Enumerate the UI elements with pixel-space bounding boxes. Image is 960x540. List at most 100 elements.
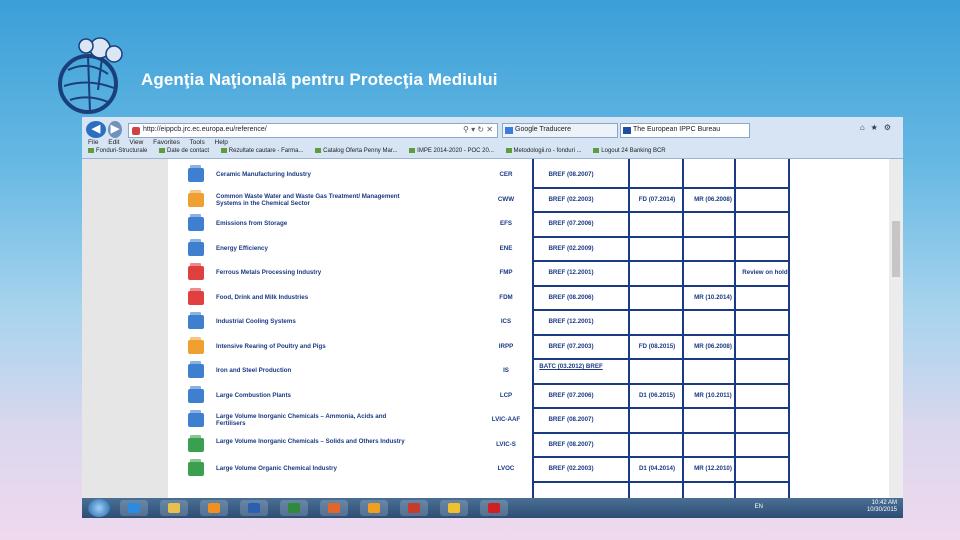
bref-name-link[interactable]: Emissions from Storage [216, 220, 406, 227]
search-icon[interactable]: ⚲ ▾ ↻ ✕ [463, 125, 493, 134]
bref-cell[interactable]: BREF (08.2007) [536, 171, 606, 178]
bref-code: IS [503, 367, 509, 374]
bref-cell[interactable]: BREF (07.2003) [536, 343, 606, 350]
fd-cell[interactable]: D1 (06.2015) [630, 392, 684, 399]
bref-reference-page: Ceramic Manufacturing Industry CER BREF (0… [82, 159, 903, 498]
bref-name-link[interactable]: Large Volume Organic Chemical Industry [216, 465, 406, 472]
status-cell: Review on hold [742, 269, 788, 276]
fav-item[interactable]: IMPE 2014-2020 - POC 20... [409, 148, 494, 154]
bref-cell[interactable]: BREF (12.2001) [536, 269, 606, 276]
mr-cell[interactable]: MR (06.2008) [686, 196, 740, 203]
mr-cell[interactable]: MR (12.2010) [686, 465, 740, 472]
taskbar-word-icon[interactable] [240, 500, 268, 516]
fd-cell[interactable]: FD (07.2014) [630, 196, 684, 203]
bref-cell[interactable]: BREF (08.2007) [536, 416, 606, 423]
bref-name-link[interactable]: Ceramic Manufacturing Industry [216, 171, 406, 178]
book-icon [188, 214, 204, 231]
start-button[interactable] [88, 499, 110, 517]
back-button[interactable]: ◀ [86, 121, 106, 138]
address-text: http://eippcb.jrc.ec.europa.eu/reference… [143, 126, 267, 133]
bref-name-link[interactable]: Large Combustion Plants [216, 392, 406, 399]
tab-eippcb[interactable]: The European IPPC Bureau [620, 123, 750, 138]
scrollbar[interactable] [889, 159, 903, 498]
bref-name-link[interactable]: Energy Efficiency [216, 245, 406, 252]
bref-cell[interactable]: BREF (02.2003) [536, 196, 606, 203]
tab-google-traducere[interactable]: Google Traducere [502, 123, 618, 138]
fd-cell[interactable]: FD (08.2015) [630, 343, 684, 350]
site-icon [132, 127, 140, 135]
menu-bar: File Edit View Favorites Tools Help [88, 139, 228, 146]
bref-cell[interactable]: BATC (03.2012) BREF [536, 363, 606, 370]
menu-favorites[interactable]: Favorites [153, 139, 180, 146]
book-icon [188, 189, 204, 207]
book-icon [188, 434, 204, 452]
menu-tools[interactable]: Tools [190, 139, 205, 146]
book-icon [188, 312, 204, 329]
browser-chrome: ◀ ▶ http://eippcb.jrc.ec.europa.eu/refer… [82, 117, 903, 159]
bref-name-link[interactable]: Iron and Steel Production [216, 367, 406, 374]
bref-cell[interactable]: BREF (08.2006) [536, 294, 606, 301]
bref-code: CWW [497, 195, 515, 203]
bref-name-link[interactable]: Large Volume Inorganic Chemicals – Ammon… [216, 413, 406, 427]
bref-name-link[interactable]: Intensive Rearing of Poultry and Pigs [216, 343, 406, 350]
menu-view[interactable]: View [129, 139, 143, 146]
address-bar[interactable]: http://eippcb.jrc.ec.europa.eu/reference… [128, 123, 498, 138]
forward-button[interactable]: ▶ [108, 121, 122, 138]
grid-hline [532, 407, 790, 409]
grid-vline [628, 159, 630, 498]
bref-code: LVIC-AAF [491, 416, 521, 423]
grid-vline [682, 159, 684, 498]
browser-screenshot: ◀ ▶ http://eippcb.jrc.ec.europa.eu/refer… [82, 117, 903, 518]
mr-cell[interactable]: MR (10.2011) [686, 392, 740, 399]
taskbar-media-icon[interactable] [200, 500, 228, 516]
book-icon [188, 263, 204, 280]
taskbar-app-icon[interactable] [400, 500, 428, 516]
bref-name-link[interactable]: Ferrous Metals Processing Industry [216, 269, 406, 276]
menu-file[interactable]: File [88, 139, 98, 146]
menu-help[interactable]: Help [215, 139, 228, 146]
taskbar-excel-icon[interactable] [280, 500, 308, 516]
bref-code: ICS [500, 318, 512, 325]
taskbar-shield-icon[interactable] [440, 500, 468, 516]
bref-cell[interactable]: BREF (12.2001) [536, 318, 606, 325]
taskbar-pdf-icon[interactable] [480, 500, 508, 516]
taskbar-ie-icon[interactable] [120, 500, 148, 516]
grid-hline [532, 382, 790, 385]
bref-name-link[interactable]: Common Waste Water and Waste Gas Treatme… [216, 193, 406, 207]
bref-name-link[interactable]: Large Volume Inorganic Chemicals – Solid… [216, 438, 406, 445]
fav-item[interactable]: Date de contact [159, 148, 209, 154]
scroll-thumb[interactable] [892, 221, 900, 277]
bref-code: LVIC-S [496, 440, 516, 448]
bref-cell[interactable]: BREF (07.2006) [536, 392, 606, 399]
mr-cell[interactable]: MR (10.2014) [686, 294, 740, 301]
bref-name-link[interactable]: Food, Drink and Milk Industries [216, 294, 406, 301]
fd-cell[interactable]: D1 (04.2014) [630, 465, 684, 472]
system-clock[interactable]: 10:42 AM 10/30/2015 [867, 500, 897, 514]
tab-label: The European IPPC Bureau [633, 126, 721, 133]
fav-item[interactable]: Logout 24 Banking BCR [593, 148, 665, 154]
fav-item[interactable]: Rezultate cautare - Farma... [221, 148, 304, 154]
book-icon [188, 410, 204, 427]
bref-code: ENE [499, 244, 513, 252]
bref-cell[interactable]: BREF (02.2003) [536, 465, 606, 472]
taskbar-firefox-icon[interactable] [320, 500, 348, 516]
book-icon [188, 287, 204, 305]
bref-cell[interactable]: BREF (07.2006) [536, 220, 606, 227]
slide-title: Agenţia Naţională pentru Protecţia Mediu… [141, 70, 498, 89]
mr-cell[interactable]: MR (06.2008) [686, 343, 740, 350]
grid-vline [734, 159, 736, 498]
fav-item[interactable]: Catalog Oferta Penny Mar... [315, 148, 397, 154]
menu-edit[interactable]: Edit [108, 139, 119, 146]
window-controls[interactable]: ⌂★⚙ [860, 123, 897, 132]
fav-item[interactable]: Metodologii.ro - fonduri ... [506, 148, 582, 154]
fav-item[interactable]: Fonduri-Structurale [88, 148, 147, 154]
taskbar-folder-icon[interactable] [160, 500, 188, 516]
bref-name-link[interactable]: Industrial Cooling Systems [216, 318, 406, 325]
taskbar-os-icon[interactable] [360, 500, 388, 516]
bref-cell[interactable]: BREF (08.2007) [536, 441, 606, 448]
bref-code: LVOC [497, 465, 515, 472]
clock-time: 10:42 AM [871, 500, 897, 506]
language-indicator[interactable]: EN [755, 504, 763, 510]
bref-cell[interactable]: BREF (02.2009) [536, 245, 606, 252]
bref-code: EFS [499, 220, 513, 227]
